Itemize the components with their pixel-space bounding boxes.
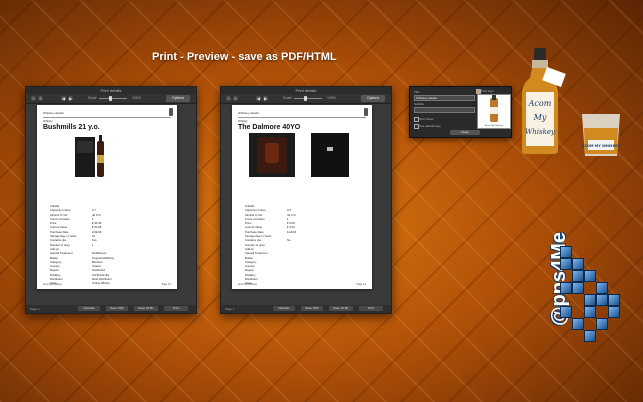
bottle-thumbnail-icon <box>490 95 498 122</box>
print-preview-window-dalmore[interactable]: Print details − + ◀ ▶ Scale 100% Options… <box>220 86 392 314</box>
whisky-name: Bushmills 21 y.o. <box>43 124 100 131</box>
footer-left: Acom My Whiskey <box>43 284 62 286</box>
spec-list: Subtitle Capacity in litres 0.7 Alcohol % V… <box>50 204 140 286</box>
whisky-bottle-image: Acom My Whiskey <box>522 48 566 154</box>
defaults-button[interactable]: Defaults <box>78 306 100 311</box>
logo-caption: Acom My Whiskey <box>485 125 503 127</box>
spec-list: Subtitle Capacity in litres 0.5 Alcohol % V… <box>245 204 335 286</box>
prev-page-icon[interactable]: ◀ <box>256 96 261 101</box>
whisky-glass-image: ACOM MY WHISKEY <box>582 114 621 156</box>
defaults-button[interactable]: Defaults <box>273 306 295 311</box>
bottle-label-line1: Acom <box>528 99 552 108</box>
whisky-label: Whisky <box>43 119 53 123</box>
page-title: Whiskey details <box>43 111 64 115</box>
preview-toolbar: − + ◀ ▶ Scale 100% Options <box>221 94 391 104</box>
next-page-icon[interactable]: ▶ <box>68 96 73 101</box>
bottle-logo-icon <box>364 108 368 116</box>
print-preview-window-bushmills[interactable]: Print details − + ◀ ▶ Scale 100% Options… <box>25 86 197 314</box>
zoom-out-icon[interactable]: − <box>31 96 36 101</box>
options-button[interactable]: Options <box>166 95 190 102</box>
footer-right: Page 1/1 <box>356 284 366 286</box>
window-titlebar[interactable]: Print details <box>26 87 196 102</box>
print-page: Whiskey details Whisky The Dalmore 40YO … <box>232 105 372 289</box>
page-count: Page 1 <box>30 307 40 311</box>
preview-toolbar: − + ◀ ▶ Scale 100% Options <box>26 94 196 104</box>
close-button[interactable]: Close <box>450 130 480 135</box>
print-page: Whiskey details Whisky Bushmills 21 y.o.… <box>37 105 177 289</box>
window-bottom-bar: Page 1 Defaults Save PDF Save HTML Print <box>221 305 391 313</box>
whisky-photo <box>75 135 104 177</box>
headline: Print - Preview - save as PDF/HTML <box>152 51 337 63</box>
save-pdf-button[interactable]: Save PDF <box>301 306 323 311</box>
bottle-label-line3: Whiskey <box>525 128 556 136</box>
zoom-value: 100% <box>327 96 336 100</box>
subtitle-label: Subtitle <box>414 102 425 106</box>
zoom-in-icon[interactable]: + <box>233 96 238 101</box>
title-label: Title <box>414 90 420 94</box>
logo-preview[interactable]: Acom My Whiskey <box>477 94 511 129</box>
window-titlebar[interactable]: Print details <box>221 87 391 102</box>
print-logo-label: Print logo <box>481 89 494 93</box>
window-bottom-bar: Page 1 Defaults Save PDF Save HTML Print <box>26 305 196 313</box>
zoom-out-icon[interactable]: − <box>226 96 231 101</box>
spec-row: Store <box>245 281 335 285</box>
scale-slider[interactable] <box>294 96 322 101</box>
scale-label: Scale <box>283 96 292 100</box>
print-button[interactable]: Print <box>164 306 188 311</box>
window-title: Print details <box>100 88 122 93</box>
window-title: Print details <box>295 88 317 93</box>
page-title: Whiskey details <box>238 111 259 115</box>
print-button[interactable]: Print <box>359 306 383 311</box>
default-logo-label: Use default logo <box>419 124 441 128</box>
print-footer-label: Print footer <box>419 117 434 121</box>
bottle-logo-icon <box>169 108 173 116</box>
subtitle-field[interactable] <box>414 107 475 113</box>
save-html-button[interactable]: Save HTML <box>134 306 158 311</box>
scale-label: Scale <box>88 96 97 100</box>
save-pdf-button[interactable]: Save PDF <box>106 306 128 311</box>
prev-page-icon[interactable]: ◀ <box>61 96 66 101</box>
zoom-in-icon[interactable]: + <box>38 96 43 101</box>
next-page-icon[interactable]: ▶ <box>263 96 268 101</box>
footer-right: Page 1/1 <box>161 284 171 286</box>
whisky-photo <box>249 133 349 177</box>
save-html-button[interactable]: Save HTML <box>329 306 353 311</box>
footer-left: Acom My Whiskey <box>238 284 257 286</box>
spec-row: Store Online Whisky <box>50 281 140 285</box>
options-button[interactable]: Options <box>361 95 385 102</box>
print-settings-panel: Title Whiskey details Subtitle Print foo… <box>409 86 512 138</box>
glass-label: ACOM MY WHISKEY <box>582 144 621 148</box>
page-count: Page 1 <box>225 307 235 311</box>
title-field[interactable]: Whiskey details <box>414 95 475 101</box>
bottle-label-line2: My <box>533 113 547 122</box>
spec-value: Online Whisky <box>92 281 110 286</box>
scale-slider[interactable] <box>99 96 127 101</box>
whisky-label: Whisky <box>238 119 248 123</box>
zoom-value: 100% <box>132 96 141 100</box>
whisky-name: The Dalmore 40YO <box>238 124 301 131</box>
